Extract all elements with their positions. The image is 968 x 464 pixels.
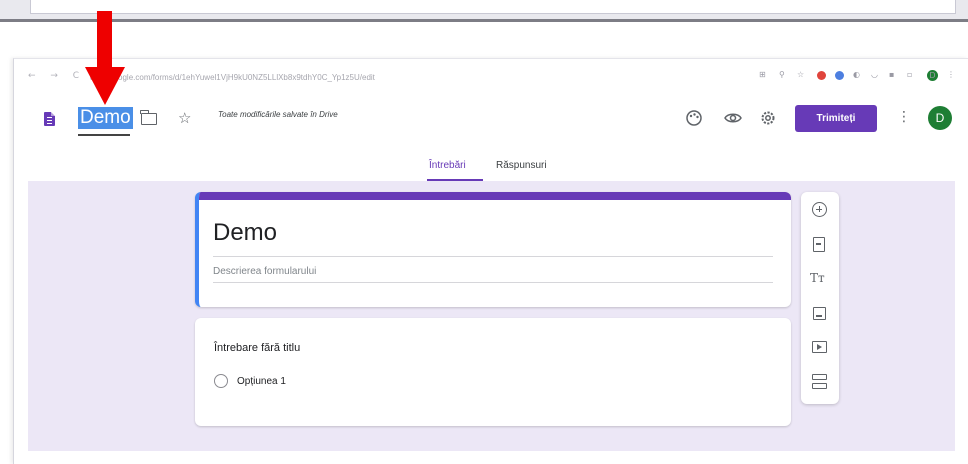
- send-button[interactable]: Trimiteți: [795, 105, 877, 132]
- tab-questions[interactable]: Întrebări: [429, 160, 466, 172]
- form-title-card[interactable]: Demo Descrierea formularului: [195, 192, 791, 307]
- form-editor-area: Demo Descrierea formularului Întrebare f…: [28, 181, 955, 451]
- browser-nav-buttons[interactable]: ← → C: [28, 71, 85, 81]
- browser-extension-icons: ⊞ ⚲ ☆ ◐ ◡ ▪ ▫ D ⋮: [759, 70, 959, 84]
- address-bar[interactable]: docs.google.com/forms/d/1ehYuwel1VjH9kU0…: [90, 73, 375, 82]
- add-section-icon[interactable]: [812, 374, 827, 380]
- screenshot-stage: ← → C docs.google.com/forms/d/1ehYuwel1V…: [0, 0, 968, 464]
- extension-icon-4[interactable]: ▫: [907, 70, 912, 79]
- star-icon[interactable]: ☆: [178, 109, 191, 127]
- document-title[interactable]: Demo: [78, 107, 133, 129]
- form-title[interactable]: Demo: [213, 219, 277, 247]
- extension-red-icon[interactable]: [817, 71, 826, 80]
- form-title-underline: [213, 256, 773, 257]
- forms-header: Demo ☆ Toate modificările salvate în Dri…: [14, 87, 968, 153]
- more-vert-icon[interactable]: ⋮: [897, 109, 911, 125]
- form-description-underline: [213, 282, 773, 283]
- add-section-icon-lower: [812, 383, 827, 389]
- add-video-icon[interactable]: [812, 341, 827, 353]
- arrow-head: [85, 67, 125, 105]
- browser-window: ← → C docs.google.com/forms/d/1ehYuwel1V…: [13, 58, 968, 464]
- add-question-icon[interactable]: [812, 202, 827, 217]
- zoom-icon[interactable]: ⚲: [779, 70, 785, 79]
- palette-icon[interactable]: [685, 109, 703, 131]
- question-title[interactable]: Întrebare fără titlu: [214, 342, 300, 354]
- import-questions-icon[interactable]: [813, 237, 825, 252]
- browser-profile-avatar[interactable]: D: [927, 70, 938, 81]
- question-card[interactable]: Întrebare fără titlu Opțiunea 1: [195, 318, 791, 426]
- eye-icon[interactable]: [723, 109, 743, 131]
- browser-toolbar: ← → C docs.google.com/forms/d/1ehYuwel1V…: [14, 65, 968, 87]
- extension-icon-3[interactable]: ▪: [889, 70, 894, 79]
- title-card-accent-bar: [199, 192, 791, 200]
- extension-icon[interactable]: ◐: [853, 70, 860, 79]
- add-image-icon[interactable]: [813, 307, 826, 320]
- gear-icon[interactable]: [759, 109, 777, 131]
- extension-icon-2[interactable]: ◡: [871, 70, 878, 79]
- floating-toolbar: Tт: [801, 192, 839, 404]
- avatar[interactable]: D: [928, 106, 952, 130]
- form-description-field[interactable]: Descrierea formularului: [213, 266, 316, 277]
- previous-window-content: [30, 0, 956, 14]
- tab-responses[interactable]: Răspunsuri: [496, 160, 547, 172]
- forms-icon[interactable]: [44, 112, 55, 126]
- browser-menu-icon[interactable]: ⋮: [947, 70, 955, 79]
- form-tabs: Întrebări Răspunsuri: [14, 153, 968, 181]
- extension-blue-icon[interactable]: [835, 71, 844, 80]
- option-label[interactable]: Opțiunea 1: [237, 376, 286, 387]
- document-title-underline: [78, 134, 130, 136]
- red-arrow-annotation: [85, 11, 125, 107]
- bookmark-star-icon[interactable]: ☆: [797, 70, 804, 79]
- folder-icon[interactable]: [140, 110, 157, 125]
- translate-icon[interactable]: ⊞: [759, 70, 766, 79]
- radio-button[interactable]: [214, 374, 228, 388]
- save-status: Toate modificările salvate în Drive: [218, 110, 338, 119]
- arrow-shaft: [97, 11, 112, 69]
- add-title-icon[interactable]: Tт: [810, 270, 828, 288]
- previous-window-strip: [0, 0, 968, 22]
